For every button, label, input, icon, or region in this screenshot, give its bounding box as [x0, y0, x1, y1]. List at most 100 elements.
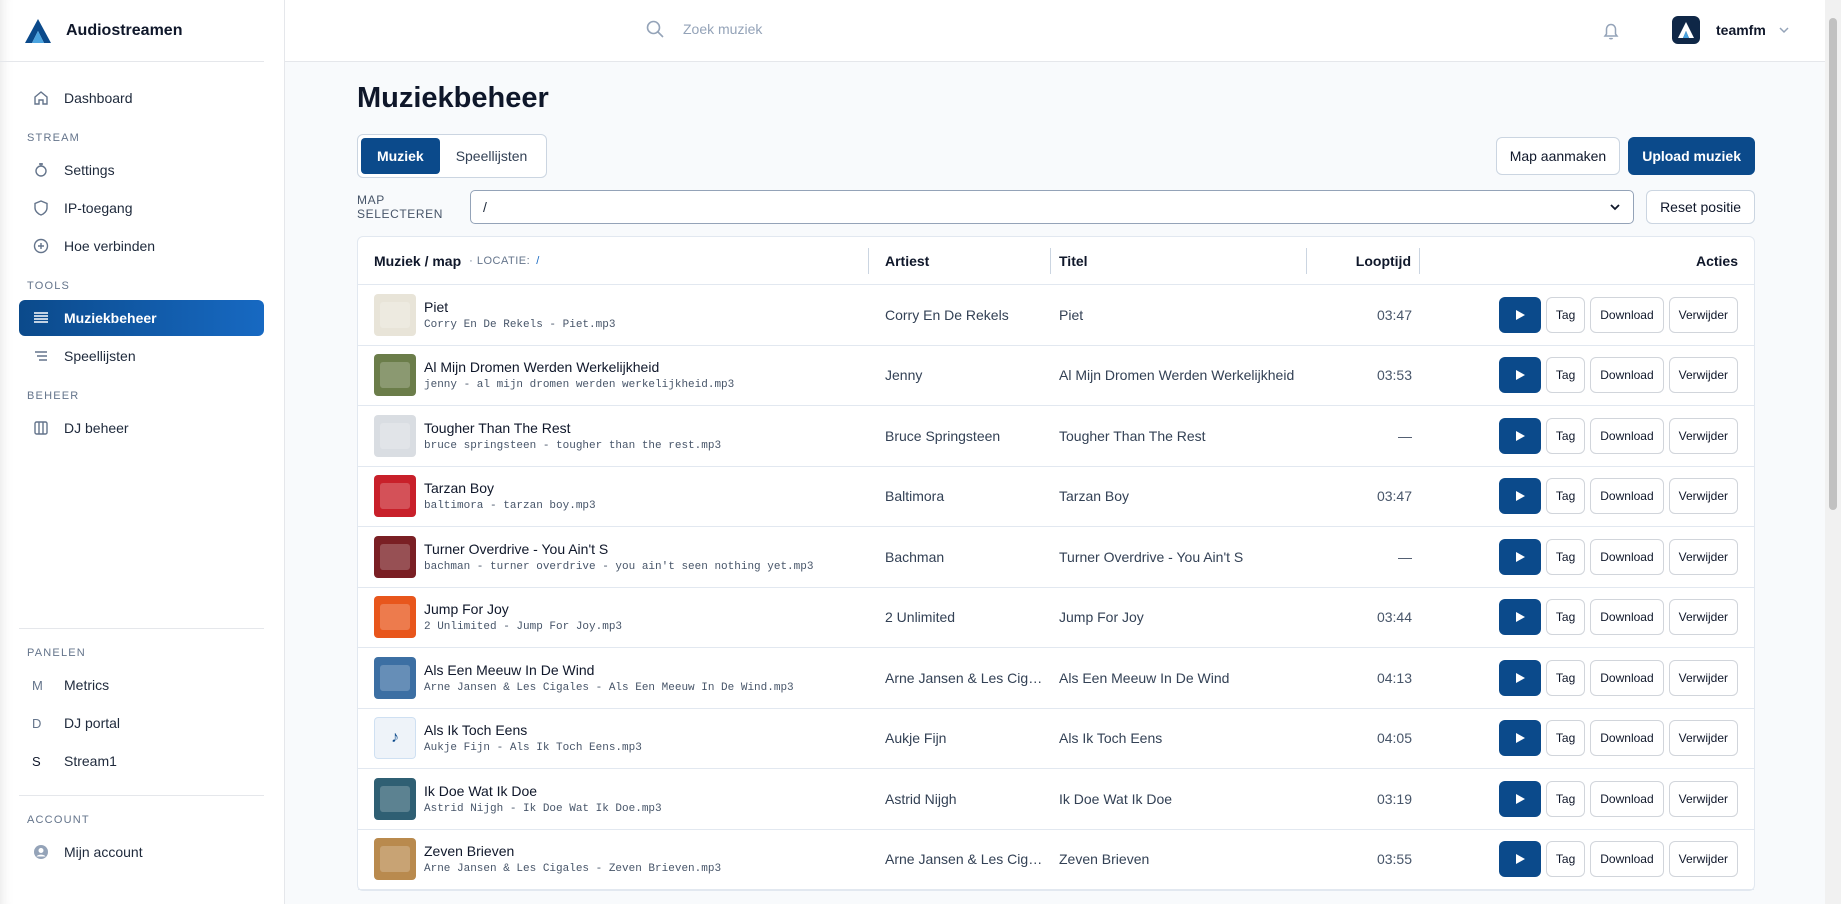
header-actions: Acties	[1695, 252, 1738, 269]
scrollbar-thumb[interactable]	[1829, 18, 1837, 510]
sidebar-item-dashboard[interactable]: Dashboard	[19, 80, 264, 116]
sidebar-item-dj-beheer[interactable]: DJ beheer	[19, 410, 264, 446]
cover-art-detail	[380, 664, 410, 691]
sidebar-item-speellijsten[interactable]: Speellijsten	[19, 338, 264, 374]
logo-icon	[25, 18, 51, 43]
delete-button[interactable]: Verwijder	[1668, 417, 1738, 454]
download-button[interactable]: Download	[1590, 841, 1664, 878]
download-button[interactable]: Download	[1590, 599, 1664, 636]
play-button[interactable]	[1498, 720, 1541, 757]
download-button[interactable]: Download	[1590, 659, 1664, 696]
map-select[interactable]: /	[470, 190, 1635, 224]
tag-button[interactable]: Tag	[1545, 357, 1586, 394]
play-button[interactable]	[1498, 599, 1541, 636]
columns-icon	[32, 419, 50, 437]
play-button[interactable]	[1498, 538, 1541, 575]
tag-button[interactable]: Tag	[1545, 720, 1586, 757]
table-row[interactable]: Piet Corry En De Rekels - Piet.mp3 Corry E…	[358, 285, 1754, 346]
sidebar-item-label: DJ beheer	[64, 420, 129, 436]
tab-muziek[interactable]: Muziek	[361, 138, 440, 174]
page-title: Muziekbeheer	[357, 82, 549, 114]
table-row[interactable]: Al Mijn Dromen Werden Werkelijkheid jenny…	[358, 346, 1754, 406]
delete-button[interactable]: Verwijder	[1668, 478, 1738, 515]
delete-button[interactable]: Verwijder	[1668, 720, 1738, 757]
download-button[interactable]: Download	[1590, 538, 1664, 575]
create-folder-button[interactable]: Map aanmaken	[1495, 137, 1621, 175]
header-length[interactable]: Looptijd	[1307, 247, 1420, 274]
sidebar-item-muziekbeheer[interactable]: Muziekbeheer	[19, 300, 264, 336]
tag-button[interactable]: Tag	[1545, 659, 1586, 696]
upload-music-button[interactable]: Upload muziek	[1628, 137, 1755, 175]
album-cover	[374, 475, 416, 518]
play-icon	[1515, 793, 1525, 804]
header-title[interactable]: Titel	[1051, 247, 1307, 274]
bell-icon[interactable]	[1600, 20, 1622, 42]
search-bar[interactable]	[645, 19, 983, 39]
scrollbar[interactable]	[1825, 0, 1841, 904]
table-row[interactable]: Ik Doe Wat Ik Doe Astrid Nijgh - Ik Doe W…	[358, 769, 1754, 830]
tag-button[interactable]: Tag	[1545, 296, 1586, 333]
chevron-down-icon	[1610, 204, 1620, 211]
play-button[interactable]	[1498, 478, 1541, 515]
user-menu[interactable]: teamfm	[1672, 16, 1790, 44]
title-cell: Ik Doe Wat Ik Doe	[1059, 790, 1173, 807]
search-input[interactable]	[683, 21, 983, 37]
actions-cell: Tag Download Verwijder	[1420, 478, 1754, 515]
sidebar-item-ip-toegang[interactable]: IP-toegang	[19, 190, 264, 226]
delete-button[interactable]: Verwijder	[1668, 296, 1738, 333]
play-button[interactable]	[1498, 780, 1541, 817]
tab-speellijsten[interactable]: Speellijsten	[440, 138, 544, 174]
tag-button[interactable]: Tag	[1545, 538, 1586, 575]
tag-button[interactable]: Tag	[1545, 841, 1586, 878]
header-music[interactable]: Muziek / map · LOCATIE: /	[358, 247, 869, 274]
play-button[interactable]	[1498, 841, 1541, 878]
section-beheer: BEHEER	[27, 390, 80, 402]
delete-button[interactable]: Verwijder	[1668, 780, 1738, 817]
delete-button[interactable]: Verwijder	[1668, 659, 1738, 696]
table-row[interactable]: Tarzan Boy baltimora - tarzan boy.mp3 Balt…	[358, 467, 1754, 527]
download-button[interactable]: Download	[1590, 478, 1664, 515]
play-button[interactable]	[1498, 659, 1541, 696]
tag-button[interactable]: Tag	[1545, 417, 1586, 454]
table-row[interactable]: Jump For Joy 2 Unlimited - Jump For Joy.m…	[358, 588, 1754, 648]
play-button[interactable]	[1498, 417, 1541, 454]
download-button[interactable]: Download	[1590, 780, 1664, 817]
track-info: Al Mijn Dromen Werden Werkelijkheid jenny…	[424, 359, 734, 391]
delete-button[interactable]: Verwijder	[1668, 599, 1738, 636]
length-cell: —	[1398, 427, 1412, 444]
delete-button[interactable]: Verwijder	[1668, 357, 1738, 394]
tag-button[interactable]: Tag	[1545, 599, 1586, 636]
sidebar-item-mijn-account[interactable]: Mijn account	[19, 834, 264, 870]
table-row[interactable]: Zeven Brieven Arne Jansen & Les Cigales -…	[358, 830, 1754, 890]
table-row[interactable]: Turner Overdrive - You Ain't S bachman - …	[358, 527, 1754, 588]
header-artist[interactable]: Artiest	[869, 247, 1051, 274]
reset-position-button[interactable]: Reset positie	[1646, 190, 1755, 224]
sidebar-item-stream1[interactable]: S Stream1	[19, 743, 264, 779]
tag-button[interactable]: Tag	[1545, 780, 1586, 817]
sidebar-item-label: Mijn account	[64, 844, 143, 860]
table-row[interactable]: ♪ Als Ik Toch Eens Aukje Fijn - Als Ik Toc…	[358, 709, 1754, 769]
download-button[interactable]: Download	[1590, 417, 1664, 454]
download-button[interactable]: Download	[1590, 296, 1664, 333]
play-button[interactable]	[1498, 296, 1541, 333]
album-cover	[374, 535, 416, 578]
length-cell: 03:53	[1376, 367, 1412, 384]
sidebar-item-settings[interactable]: Settings	[19, 152, 264, 188]
track-info: Tarzan Boy baltimora - tarzan boy.mp3	[424, 480, 596, 512]
sidebar-item-metrics[interactable]: M Metrics	[19, 667, 264, 703]
play-button[interactable]	[1498, 357, 1541, 394]
download-button[interactable]: Download	[1590, 357, 1664, 394]
sidebar-item-label: Speellijsten	[64, 348, 136, 364]
delete-button[interactable]: Verwijder	[1668, 538, 1738, 575]
brand[interactable]: Audiostreamen	[0, 0, 264, 62]
table-row[interactable]: Als Een Meeuw In De Wind Arne Jansen & Le…	[358, 648, 1754, 709]
tag-button[interactable]: Tag	[1545, 478, 1586, 515]
delete-button[interactable]: Verwijder	[1668, 841, 1738, 878]
section-account: ACCOUNT	[27, 814, 90, 826]
table-row[interactable]: Tougher Than The Rest bruce springsteen -…	[358, 406, 1754, 467]
sidebar-item-hoe-verbinden[interactable]: Hoe verbinden	[19, 228, 264, 264]
album-cover: ♪	[374, 717, 416, 760]
location-path[interactable]: /	[536, 255, 540, 267]
download-button[interactable]: Download	[1590, 720, 1664, 757]
sidebar-item-dj-portal[interactable]: D DJ portal	[19, 705, 264, 741]
